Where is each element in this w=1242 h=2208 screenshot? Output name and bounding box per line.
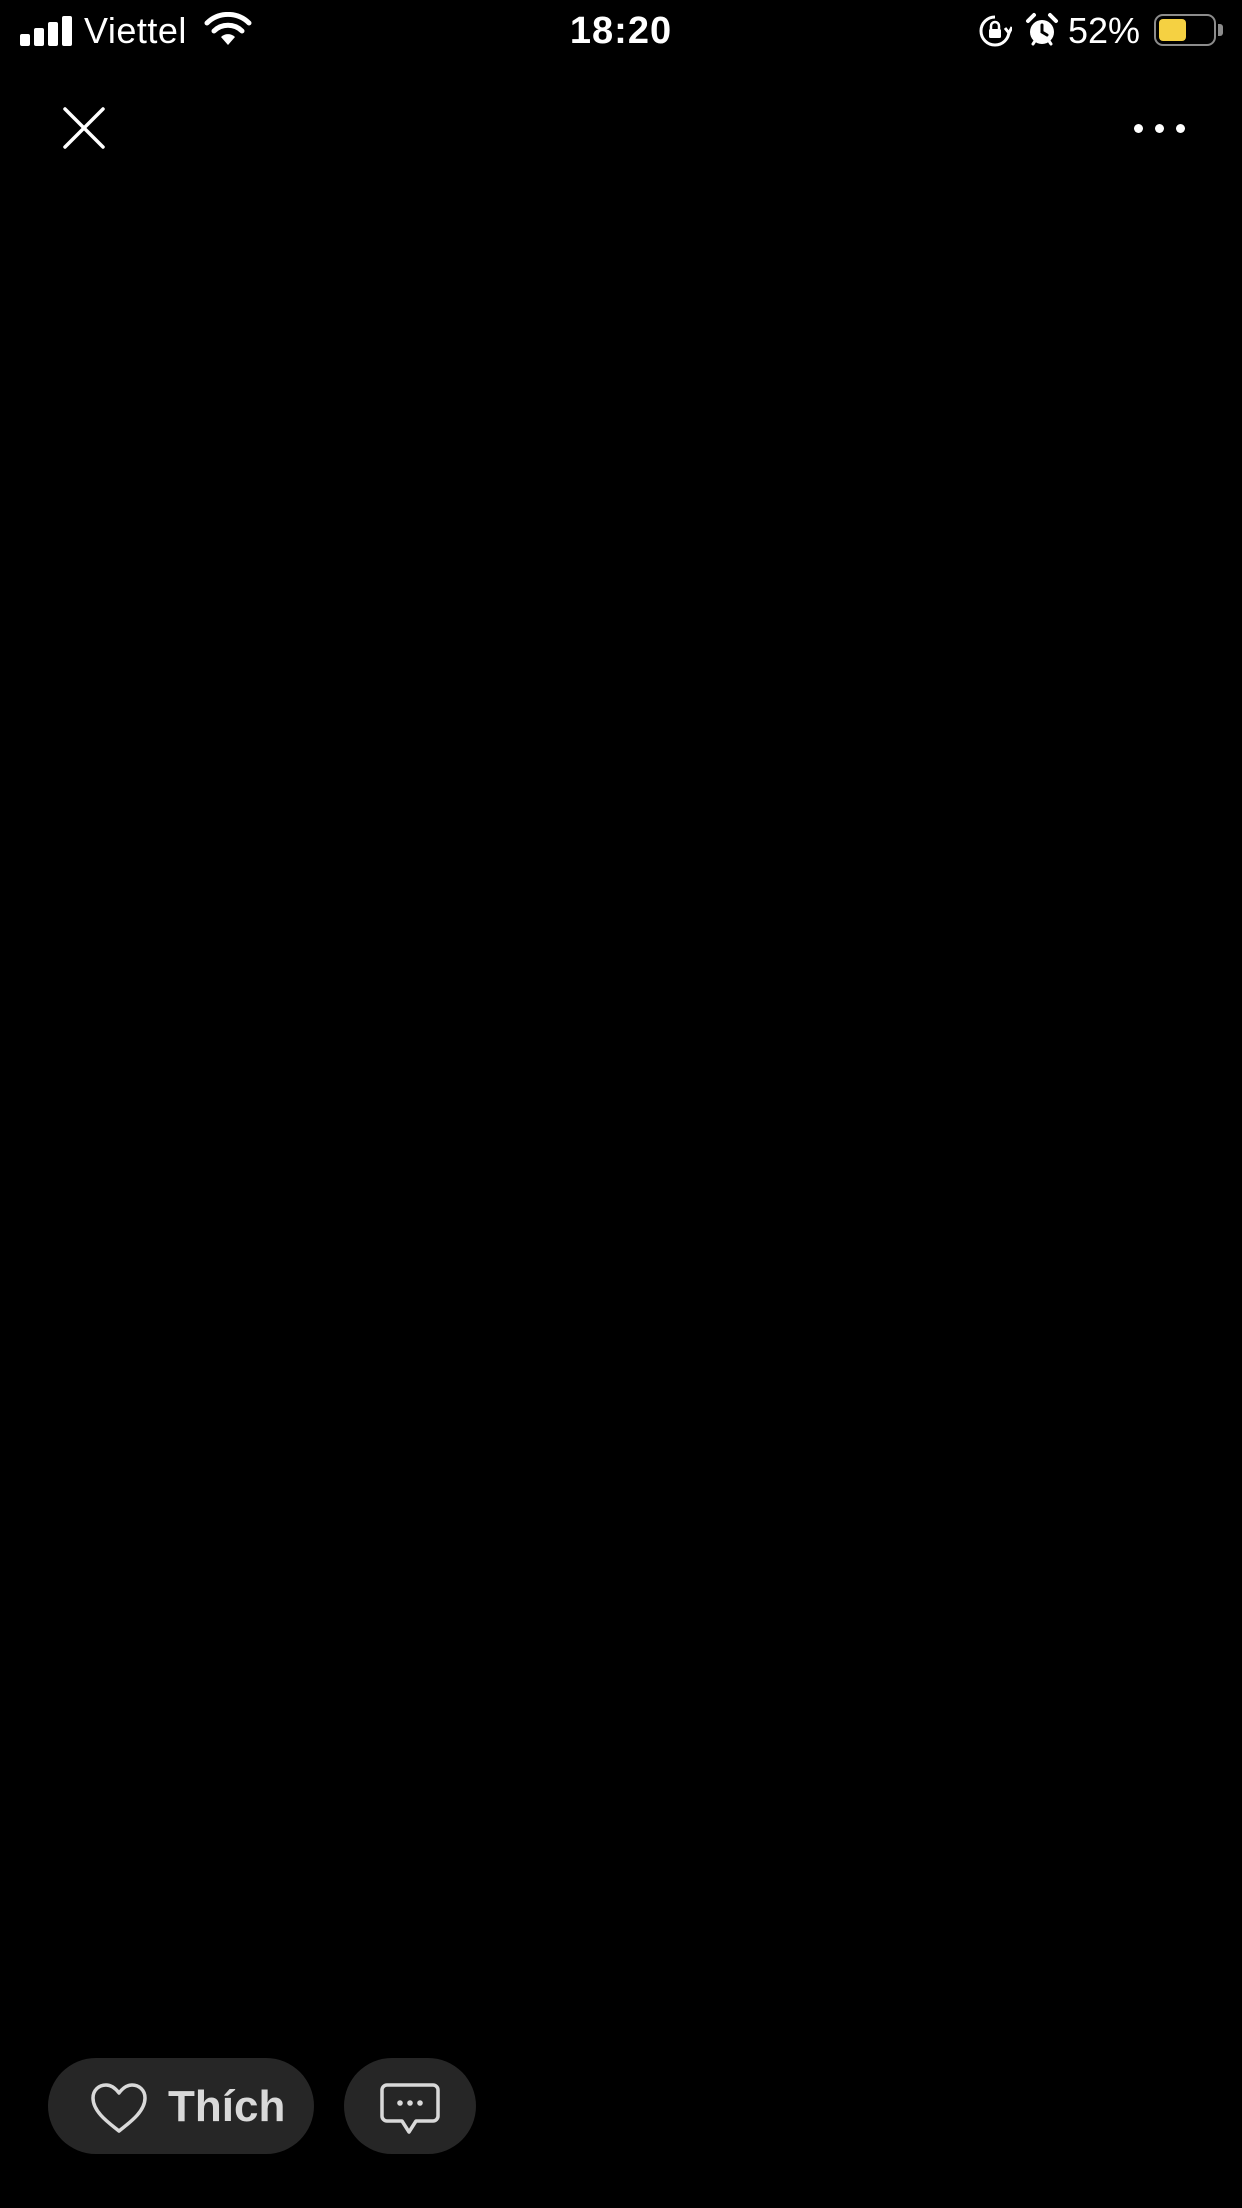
like-label: Thích	[168, 2082, 286, 2131]
battery-percent: 52%	[1068, 10, 1141, 51]
comment-button[interactable]	[344, 2058, 476, 2154]
close-icon	[63, 107, 105, 149]
rotation-lock-icon	[978, 14, 1014, 48]
battery-icon	[1154, 14, 1224, 48]
status-bar: Viettel 18:20 52%	[0, 0, 1242, 62]
more-options-button[interactable]	[1120, 96, 1200, 156]
alarm-icon	[1024, 12, 1060, 48]
comment-bubble-icon	[380, 2083, 440, 2134]
battery-level-fill	[1159, 19, 1186, 41]
heart-outline-icon	[90, 2082, 148, 2134]
media-content-area[interactable]	[0, 190, 1242, 2020]
story-viewer-screen: Viettel 18:20 52% Thích	[0, 0, 1242, 2208]
close-button[interactable]	[46, 90, 122, 166]
like-button[interactable]: Thích	[48, 2058, 314, 2154]
